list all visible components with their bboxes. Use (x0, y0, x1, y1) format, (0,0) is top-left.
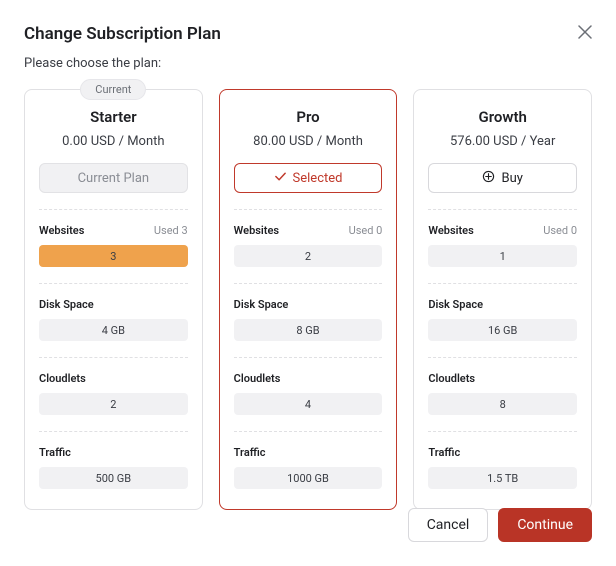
check-icon (274, 170, 287, 187)
button-label: Cancel (427, 517, 470, 533)
feature-label: Disk Space (39, 298, 94, 311)
bar-value: 500 GB (96, 472, 132, 485)
plan-name: Starter (39, 108, 188, 126)
divider (428, 357, 577, 358)
bar-value: 1.5 TB (487, 472, 518, 485)
buy-button[interactable]: Buy (428, 163, 577, 193)
divider (234, 209, 383, 210)
traffic-bar: 1.5 TB (428, 467, 577, 489)
traffic-label-row: Traffic (234, 446, 383, 459)
cloudlets-bar: 8 (428, 393, 577, 415)
feature-label: Cloudlets (428, 372, 475, 385)
feature-label: Traffic (234, 446, 266, 459)
feature-label: Websites (428, 224, 473, 237)
divider (428, 209, 577, 210)
feature-label: Cloudlets (234, 372, 281, 385)
websites-label-row: Websites Used 3 (39, 224, 188, 237)
bar-value: 4 GB (102, 324, 125, 337)
continue-button[interactable]: Continue (498, 508, 592, 542)
traffic-bar: 500 GB (39, 467, 188, 489)
dialog-header: Change Subscription Plan (24, 24, 592, 56)
bar-value: 8 (500, 398, 506, 411)
feature-used: Used 0 (349, 224, 383, 237)
websites-bar: 3 (39, 245, 188, 267)
feature-used: Used 3 (154, 224, 188, 237)
plus-circle-icon (482, 170, 495, 187)
plan-price: 0.00 USD / Month (39, 134, 188, 149)
websites-bar: 2 (234, 245, 383, 267)
traffic-label-row: Traffic (428, 446, 577, 459)
disk-label-row: Disk Space (39, 298, 188, 311)
divider (234, 431, 383, 432)
current-badge: Current (80, 79, 146, 100)
dialog-subtitle: Please choose the plan: (24, 56, 592, 71)
button-label: Current Plan (78, 171, 149, 186)
bar-value: 2 (110, 398, 116, 411)
feature-label: Cloudlets (39, 372, 86, 385)
feature-label: Traffic (39, 446, 71, 459)
dialog-title: Change Subscription Plan (24, 24, 221, 44)
feature-label: Disk Space (234, 298, 289, 311)
websites-label-row: Websites Used 0 (428, 224, 577, 237)
dialog-footer: Cancel Continue (408, 508, 592, 542)
disk-bar: 8 GB (234, 319, 383, 341)
plan-card-growth[interactable]: Growth 576.00 USD / Year Buy Websites Us… (413, 89, 592, 510)
cloudlets-label-row: Cloudlets (234, 372, 383, 385)
disk-bar: 4 GB (39, 319, 188, 341)
selected-button[interactable]: Selected (234, 163, 383, 193)
disk-label-row: Disk Space (428, 298, 577, 311)
divider (39, 357, 188, 358)
divider (39, 431, 188, 432)
plan-name: Growth (428, 108, 577, 126)
websites-label-row: Websites Used 0 (234, 224, 383, 237)
cloudlets-bar: 2 (39, 393, 188, 415)
feature-label: Websites (39, 224, 84, 237)
websites-bar: 1 (428, 245, 577, 267)
plan-name: Pro (234, 108, 383, 126)
feature-label: Websites (234, 224, 279, 237)
cloudlets-bar: 4 (234, 393, 383, 415)
bar-value: 1000 GB (287, 472, 329, 485)
plan-card-pro[interactable]: Pro 80.00 USD / Month Selected Websites … (219, 89, 398, 510)
button-label: Buy (501, 171, 522, 186)
divider (234, 357, 383, 358)
bar-value: 16 GB (488, 324, 517, 337)
traffic-label-row: Traffic (39, 446, 188, 459)
plan-card-starter: Current Starter 0.00 USD / Month Current… (24, 89, 203, 510)
feature-label: Traffic (428, 446, 460, 459)
bar-value: 8 GB (296, 324, 319, 337)
divider (428, 431, 577, 432)
current-plan-button: Current Plan (39, 163, 188, 193)
disk-label-row: Disk Space (234, 298, 383, 311)
divider (234, 283, 383, 284)
bar-value: 1 (500, 250, 506, 263)
bar-value: 4 (305, 398, 311, 411)
button-label: Selected (293, 171, 343, 186)
button-label: Continue (517, 517, 573, 533)
disk-bar: 16 GB (428, 319, 577, 341)
plan-price: 576.00 USD / Year (428, 134, 577, 149)
subscription-dialog: Change Subscription Plan Please choose t… (0, 0, 616, 534)
cloudlets-label-row: Cloudlets (39, 372, 188, 385)
feature-used: Used 0 (543, 224, 577, 237)
divider (39, 209, 188, 210)
divider (428, 283, 577, 284)
plans-row: Current Starter 0.00 USD / Month Current… (24, 89, 592, 510)
divider (39, 283, 188, 284)
bar-value: 2 (305, 250, 311, 263)
cancel-button[interactable]: Cancel (408, 508, 489, 542)
close-icon[interactable] (578, 24, 592, 38)
cloudlets-label-row: Cloudlets (428, 372, 577, 385)
traffic-bar: 1000 GB (234, 467, 383, 489)
feature-label: Disk Space (428, 298, 483, 311)
bar-value: 3 (110, 250, 116, 263)
plan-price: 80.00 USD / Month (234, 134, 383, 149)
